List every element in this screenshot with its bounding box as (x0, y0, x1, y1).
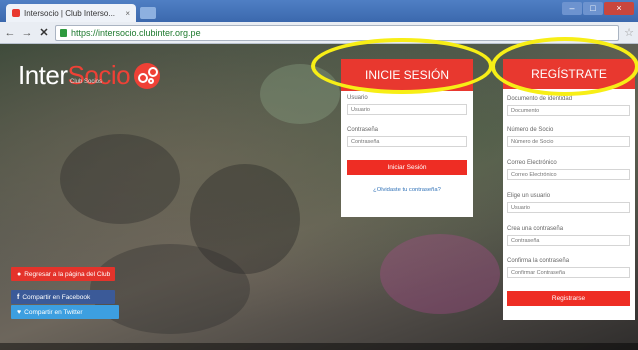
login-user-label: Usuario (347, 95, 368, 101)
favicon-icon (12, 9, 20, 17)
stop-icon[interactable]: ✕ (38, 26, 50, 39)
share-facebook-button[interactable]: f Compartir en Facebook (11, 290, 115, 304)
tab-title: Intersocio | Club Interso... (24, 8, 116, 18)
socio-label: Número de Socio (507, 127, 554, 133)
background-photo-shape (60, 134, 180, 224)
highlight-circle-register (491, 37, 638, 96)
share-network-icon (134, 62, 161, 89)
login-password-label: Contraseña (347, 127, 379, 133)
highlight-circle-login (311, 38, 493, 94)
email-input[interactable] (507, 169, 630, 180)
browser-tab[interactable]: Intersocio | Club Interso... × (6, 4, 136, 22)
close-window-button[interactable]: × (604, 2, 634, 15)
doc-input[interactable] (507, 105, 630, 116)
tab-close-icon[interactable]: × (125, 9, 130, 18)
logo-text: InterSocio (18, 60, 131, 90)
new-tab-button[interactable] (140, 7, 156, 19)
facebook-icon: f (17, 293, 20, 301)
register-submit-button[interactable]: Registrarse (507, 291, 630, 306)
forgot-password-link[interactable]: ¿Olvidaste tu contraseña? (341, 187, 473, 193)
logo[interactable]: InterSocio (18, 60, 161, 91)
lock-icon (60, 28, 67, 37)
register-panel: REGÍSTRATE Documento de identidad Número… (503, 59, 635, 320)
status-bar (0, 343, 638, 350)
share-twitter-button[interactable]: ♥ Compartir en Twitter (11, 305, 119, 319)
confirm-password-input[interactable] (507, 267, 630, 278)
new-password-label: Crea una contraseña (507, 226, 564, 232)
url-text: https://intersocio.clubinter.org.pe (71, 27, 201, 38)
new-user-label: Elige un usuario (507, 193, 551, 199)
forward-arrow-icon[interactable]: → (21, 27, 33, 39)
background-photo-shape (90, 244, 250, 334)
new-password-input[interactable] (507, 235, 630, 246)
login-submit-button[interactable]: Iniciar Sesión (347, 160, 467, 175)
address-bar[interactable]: https://intersocio.clubinter.org.pe (55, 24, 620, 41)
home-icon: ● (17, 270, 22, 278)
browser-titlebar: Intersocio | Club Interso... × – □ × (0, 0, 638, 22)
window-controls: – □ × (562, 2, 634, 15)
logo-subtitle: Club Socios (70, 79, 103, 85)
login-user-input[interactable] (347, 104, 467, 115)
login-password-input[interactable] (347, 136, 467, 147)
email-label: Correo Electrónico (507, 160, 557, 166)
doc-label: Documento de identidad (507, 96, 573, 102)
confirm-password-label: Confirma la contraseña (507, 258, 570, 264)
back-to-club-button[interactable]: ● Regresar a la página del Club (11, 267, 115, 281)
twitter-icon: ♥ (17, 308, 22, 316)
bookmark-star-icon[interactable]: ☆ (624, 26, 634, 39)
background-photo-shape (380, 234, 500, 314)
back-arrow-icon[interactable]: ← (4, 27, 16, 39)
minimize-button[interactable]: – (562, 2, 582, 15)
maximize-button[interactable]: □ (583, 2, 603, 15)
new-user-input[interactable] (507, 202, 630, 213)
socio-input[interactable] (507, 136, 630, 147)
